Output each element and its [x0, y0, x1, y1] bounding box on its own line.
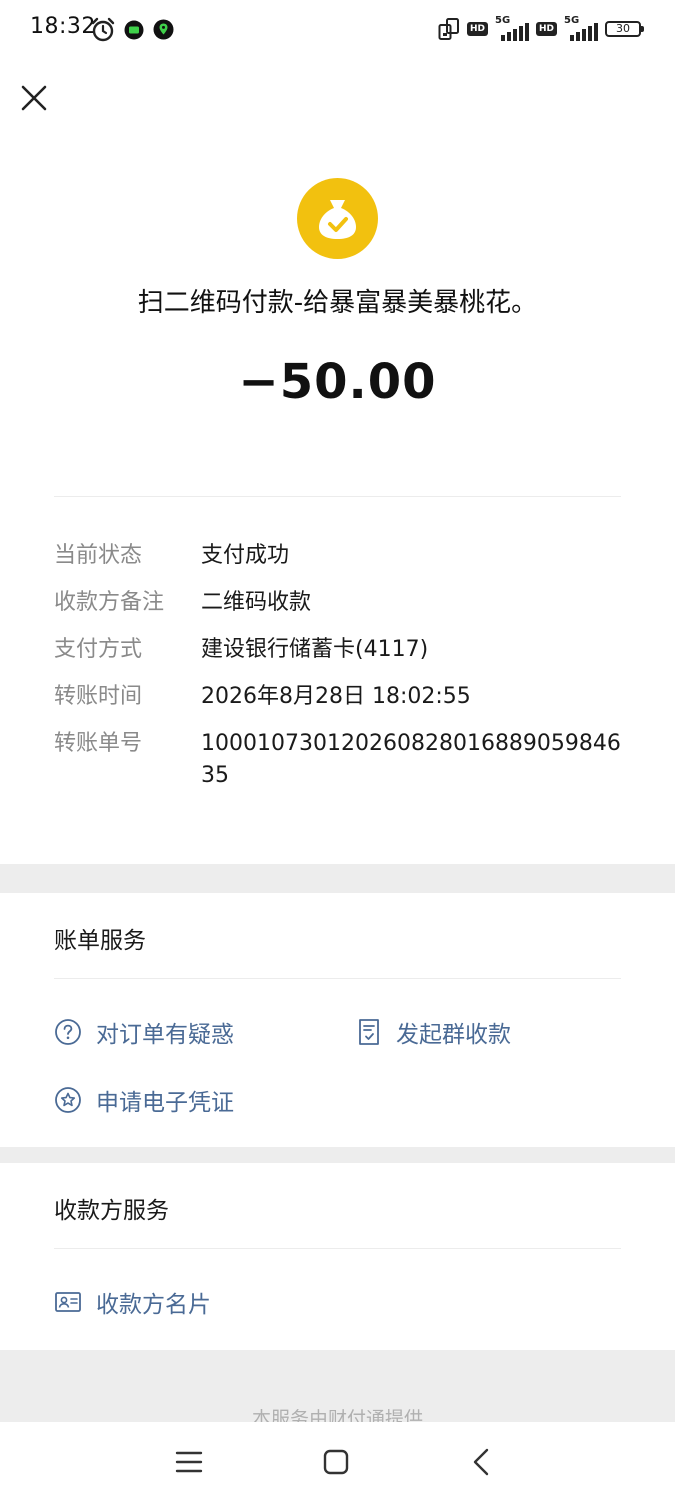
battery-icon: 30: [605, 21, 644, 37]
alarm-icon: [91, 17, 115, 42]
question-circle-icon: [55, 1019, 81, 1045]
close-icon[interactable]: [18, 82, 50, 114]
status-bar: 18:32 HD 5G HD 5G 30: [0, 0, 675, 60]
detail-row-status: 当前状态 支付成功: [54, 540, 621, 572]
payment-summary-card: 扫二维码付款-给暴富暴美暴桃花。 −50.00 当前状态 支付成功 收款方备注 …: [0, 60, 675, 864]
question-order-button[interactable]: 对订单有疑惑: [54, 1015, 234, 1049]
star-circle-icon: [55, 1087, 81, 1113]
detail-value: 二维码收款: [201, 590, 312, 615]
detail-value: 支付成功: [201, 543, 290, 568]
system-nav-bar: [0, 1422, 675, 1500]
money-bag-glyph: [319, 200, 356, 239]
cellular-signal-2: 5G: [564, 15, 598, 41]
bill-service-section: 账单服务 对订单有疑惑 发起群收款 申请电子凭证: [0, 893, 675, 1147]
status-right-group: HD 5G HD 5G 30: [438, 15, 644, 42]
payment-detail-screen: 18:32 HD 5G HD 5G 30 扫二维码付款-给暴富暴美暴桃花。 −5…: [0, 0, 675, 1500]
payee-service-section: 收款方服务 收款方名片: [0, 1163, 675, 1350]
contact-card-icon: [55, 1292, 81, 1312]
section-divider: [54, 1248, 621, 1249]
transfer-id-value[interactable]: 100010730120260828016889059846​35: [201, 728, 621, 792]
detail-label: 支付方式: [54, 637, 143, 662]
payment-amount: −50.00: [238, 354, 437, 410]
action-label: 收款方名片: [96, 1292, 211, 1318]
home-icon[interactable]: [318, 1444, 354, 1480]
action-label: 对订单有疑惑: [96, 1022, 234, 1048]
payee-card-button[interactable]: 收款方名片: [54, 1285, 211, 1319]
location-notification-icon: [153, 19, 174, 40]
back-icon[interactable]: [465, 1444, 501, 1480]
status-time: 18:32: [30, 14, 96, 39]
payment-title: 扫二维码付款-给暴富暴美暴桃花。: [137, 288, 538, 318]
screen-rotate-icon: [438, 18, 459, 40]
chat-notification-icon: [124, 20, 144, 40]
payment-details: 当前状态 支付成功 收款方备注 二维码收款 支付方式 建设银行储蓄卡(4117)…: [54, 540, 621, 807]
detail-row-transfer-id: 转账单号 100010730120260828016889059846​35: [54, 728, 621, 792]
action-label: 发起群收款: [396, 1022, 511, 1048]
group-collection-button[interactable]: 发起群收款: [356, 1015, 511, 1049]
hd-badge-2: HD: [535, 22, 557, 36]
hd-badge-1: HD: [466, 22, 488, 36]
menu-icon[interactable]: [171, 1444, 207, 1480]
section-title: 收款方服务: [54, 1198, 169, 1224]
signal-icon: [500, 23, 529, 41]
detail-label: 当前状态: [54, 543, 143, 568]
section-title: 账单服务: [54, 928, 146, 954]
document-check-icon: [359, 1019, 379, 1045]
money-bag-check-icon: [297, 178, 378, 259]
signal-icon: [570, 23, 598, 41]
summary-divider: [54, 496, 621, 497]
detail-value: 2026年8月28日 18:02:55: [201, 684, 471, 709]
section-divider: [54, 978, 621, 979]
detail-row-remark: 收款方备注 二维码收款: [54, 587, 621, 619]
detail-row-transfer-time: 转账时间 2026年8月28日 18:02:55: [54, 681, 621, 713]
detail-label: 收款方备注: [54, 590, 165, 615]
action-label: 申请电子凭证: [96, 1090, 234, 1116]
detail-row-payment-method: 支付方式 建设银行储蓄卡(4117): [54, 634, 621, 666]
detail-label: 转账时间: [54, 684, 143, 709]
detail-label: 转账单号: [54, 731, 143, 756]
detail-value: 建设银行储蓄卡(4117): [201, 637, 429, 662]
apply-e-voucher-button[interactable]: 申请电子凭证: [54, 1083, 234, 1117]
cellular-signal-1: 5G: [495, 15, 529, 41]
